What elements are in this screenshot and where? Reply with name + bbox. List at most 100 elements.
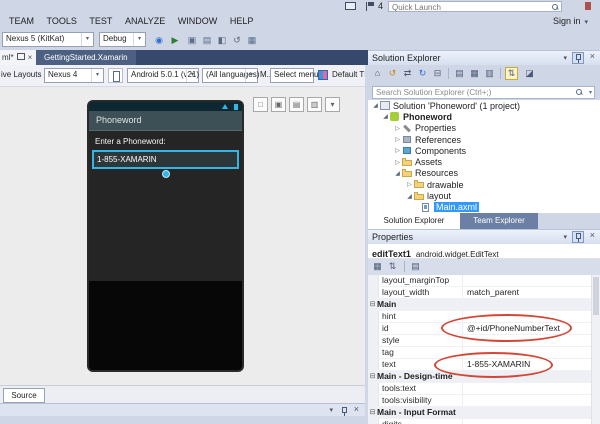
property-pages-icon[interactable] [409,260,422,273]
zoom-fit-button[interactable]: □ [253,97,268,112]
red-pin-icon[interactable] [585,2,591,10]
tree-item-components[interactable]: Components [368,145,600,156]
phoneword-prompt-label[interactable]: Enter a Phoneword: [89,131,242,146]
property-row-layout-width[interactable]: layout_widthmatch_parent [368,287,600,299]
view-code-icon[interactable] [483,67,496,80]
sort-toggle-icon[interactable] [505,67,518,80]
property-row-layout-margintop[interactable]: layout_marginTop [368,275,600,287]
orientation-button[interactable] [108,68,123,83]
property-value-id[interactable]: @+id/PhoneNumberText [463,323,600,334]
start-debug-icon[interactable] [168,33,182,47]
property-value[interactable]: match_parent [463,287,600,298]
rename-icon[interactable] [523,67,536,80]
device-dropdown[interactable]: Nexus 5 (KitKat) [2,32,94,47]
collapse-category-icon[interactable] [368,299,377,310]
tree-item-assets[interactable]: Assets [368,156,600,167]
panel-menu-icon[interactable] [563,54,567,62]
save-icon[interactable] [215,33,229,47]
sync-with-active-document-icon[interactable] [401,67,414,80]
menu-team[interactable]: TEAM [4,13,39,29]
categorized-icon[interactable] [371,260,384,273]
tab-solution-explorer[interactable]: Solution Explorer [368,213,460,229]
expander-icon[interactable] [393,170,402,177]
property-value[interactable] [463,395,600,406]
zoom-100-button[interactable]: ▣ [271,97,286,112]
theme-dropdown[interactable]: Default Theme [332,70,365,79]
property-row-hint[interactable]: hint [368,311,600,323]
scrollbar-thumb[interactable] [593,277,599,315]
selection-handle-icon[interactable] [162,170,170,178]
document-tab-gettingstarted[interactable]: GettingStarted.Xamarin [36,50,136,65]
alternative-layouts-label[interactable]: ive Layouts [1,70,41,79]
tree-item-main-axml[interactable]: Main.axml [368,202,600,213]
menu-test[interactable]: TEST [84,13,117,29]
property-value-text[interactable]: 1-855-XAMARIN [463,359,600,370]
solution-explorer-search-input[interactable]: Search Solution Explorer (Ctrl+;) [372,86,595,99]
collapse-category-icon[interactable] [368,371,377,382]
android-version-dropdown[interactable]: Android 5.0.1 (v21) [127,68,199,83]
property-row-text[interactable]: text1-855-XAMARIN [368,359,600,371]
designer-canvas[interactable]: □ ▣ ▤ ▥ ▾ Phoneword Enter a Phoneword: 1… [0,87,365,385]
property-row-tools-visibility[interactable]: tools:visibility [368,395,600,407]
property-row-id[interactable]: id@+id/PhoneNumberText [368,323,600,335]
property-value[interactable] [463,311,600,322]
close-icon[interactable]: × [590,230,595,240]
switch-views-icon[interactable] [386,67,399,80]
show-all-files-icon[interactable] [468,67,481,80]
properties-scrollbar[interactable] [591,275,600,424]
selected-object-row[interactable]: editText1android.widget.EditText [368,244,600,259]
property-row-tools-text[interactable]: tools:text [368,383,600,395]
designer-device-dropdown[interactable]: Nexus 4 [44,68,104,83]
notification-count[interactable]: 4 [378,1,383,11]
close-tab-icon[interactable]: × [28,53,33,62]
property-value[interactable] [463,275,600,286]
expander-icon[interactable] [405,193,414,200]
category-row-main[interactable]: Main [368,299,600,311]
float-window-icon[interactable] [17,53,25,60]
designer-options-button[interactable]: ▾ [325,97,340,112]
pin-button[interactable] [572,231,584,243]
pin-icon[interactable] [342,407,347,413]
toolbar-options-icon[interactable] [245,33,259,47]
adorners-toggle-button[interactable]: ▥ [307,97,322,112]
property-row-digits[interactable]: digits [368,419,600,424]
tree-item-references[interactable]: References [368,134,600,145]
quick-launch-box[interactable]: Quick Launch [388,1,562,12]
select-menu-dropdown[interactable]: Select menu [270,68,314,83]
alphabetical-icon[interactable] [386,260,399,273]
tree-item-solution[interactable]: Solution 'Phoneword' (1 project) [368,100,600,111]
feedback-monitor-icon[interactable] [345,2,356,10]
tree-item-layout[interactable]: layout [368,190,600,201]
close-icon[interactable]: × [354,404,359,414]
expander-icon[interactable] [393,147,402,154]
property-value[interactable] [463,347,600,358]
tree-item-resources[interactable]: Resources [368,168,600,179]
refresh-icon[interactable] [416,67,429,80]
pin-button[interactable] [572,52,584,64]
tree-item-drawable[interactable]: drawable [368,179,600,190]
notifications-flag-icon[interactable] [366,2,375,11]
panel-menu-icon[interactable] [329,406,333,414]
home-icon[interactable] [371,67,384,80]
attach-icon[interactable] [152,33,166,47]
tree-item-properties[interactable]: Properties [368,123,600,134]
collapse-category-icon[interactable] [368,407,377,418]
new-item-icon[interactable] [185,33,199,47]
menu-help[interactable]: HELP [225,13,259,29]
expander-icon[interactable] [393,125,402,132]
property-row-tag[interactable]: tag [368,347,600,359]
property-row-style[interactable]: style [368,335,600,347]
collapse-all-icon[interactable] [431,67,444,80]
category-row-input-format[interactable]: Main - Input Format [368,407,600,419]
menu-window[interactable]: WINDOW [173,13,223,29]
property-value[interactable] [463,383,600,394]
expander-icon[interactable] [405,181,414,188]
source-view-tab[interactable]: Source [3,388,45,403]
phone-number-edittext[interactable]: 1-855-XAMARIN [92,150,239,169]
tab-team-explorer[interactable]: Team Explorer [460,213,538,229]
properties-icon[interactable] [453,67,466,80]
close-icon[interactable]: × [590,51,595,61]
property-value[interactable] [463,335,600,346]
undo-icon[interactable] [230,33,244,47]
grid-toggle-button[interactable]: ▤ [289,97,304,112]
